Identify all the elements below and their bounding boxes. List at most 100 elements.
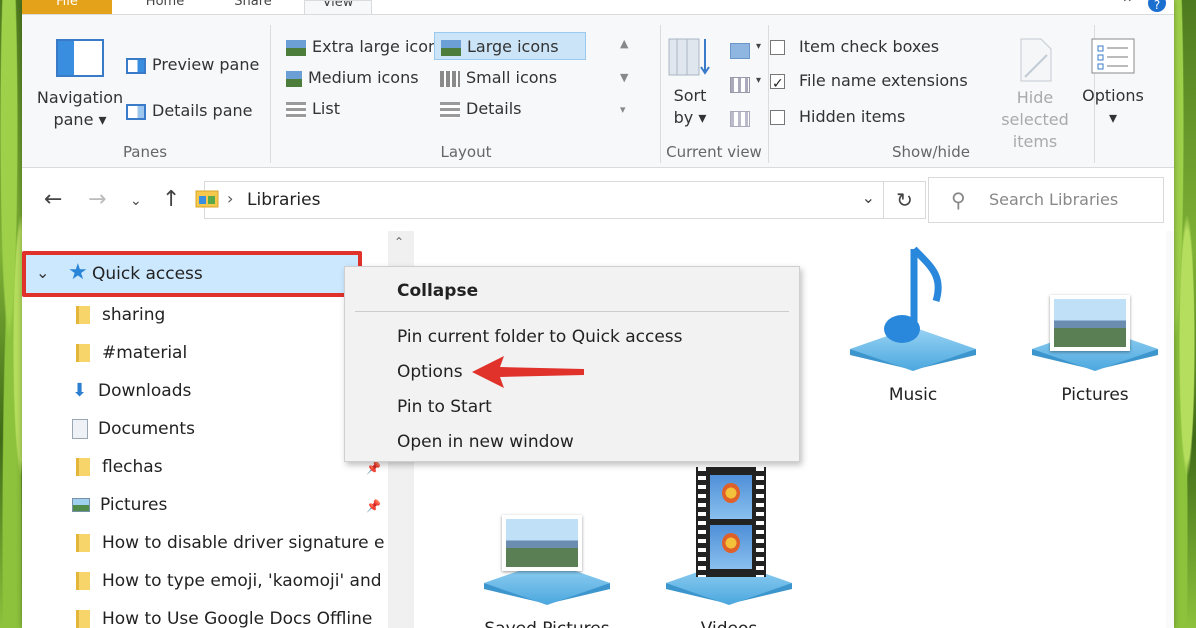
address-bar[interactable]: › Libraries ⌄ [195,181,884,219]
nav-item-material[interactable]: #material [76,335,386,371]
minimize-ribbon-chevron-icon[interactable]: ⌃ [1121,0,1134,13]
preview-pane-icon [126,57,146,74]
menu-item-pin-start[interactable]: Pin to Start [397,397,492,417]
nav-item-quick-access[interactable]: ⌄ ★ Quick access [22,251,362,297]
nav-item-google-docs-offline[interactable]: How to Use Google Docs Offline [76,601,386,628]
tab-home[interactable]: Home [130,0,200,14]
pictures-photo-icon [1050,295,1130,351]
layout-group-label: Layout [440,143,492,161]
menu-item-pin-quick-access[interactable]: Pin current folder to Quick access [397,327,683,347]
library-videos[interactable]: Videos [654,467,804,628]
layout-medium-icons[interactable]: Medium icons [280,64,434,92]
library-saved-pictures[interactable]: Saved Pictures [472,475,622,628]
details-pane-button[interactable]: Details pane [126,97,253,125]
folder-icon [76,458,90,476]
back-arrow-icon[interactable]: ← [44,187,62,212]
menu-item-collapse[interactable]: Collapse [397,281,478,301]
layout-small-icons[interactable]: Small icons [434,64,586,92]
file-name-extensions-checkbox[interactable] [770,70,785,98]
menu-item-options[interactable]: Options [397,362,463,382]
item-check-boxes-toggle[interactable]: Item check boxes [770,33,939,61]
hidden-items-toggle[interactable]: Hidden items [770,103,905,131]
nav-item-label: sharing [102,305,166,325]
folder-icon [76,534,90,552]
forward-arrow-icon[interactable]: → [88,187,106,212]
layout-large-icons[interactable]: Large icons [434,32,586,60]
show-hide-group: Item check boxes File name extensions Hi… [770,23,1092,165]
sort-by-button[interactable]: Sort by ▾ [662,35,718,129]
saved-pictures-photo-icon [502,515,582,571]
layout-scroll-down-icon[interactable]: ▼ [620,71,628,84]
nav-item-flechas[interactable]: flechas [76,449,386,485]
help-icon[interactable]: ? [1148,0,1166,12]
options-dropdown-icon[interactable]: ▾ [1080,107,1146,129]
hidden-items-checkbox[interactable] [770,110,785,125]
navigation-pane-button[interactable]: Navigation pane ▾ [32,39,128,131]
library-videos-label: Videos [654,619,804,628]
preview-pane-label: Preview pane [152,55,260,74]
ribbon-separator [660,25,661,163]
size-columns-icon[interactable] [730,111,750,127]
library-music-label: Music [888,385,938,405]
menu-separator [355,311,789,312]
nav-item-label: Downloads [98,381,192,401]
search-input[interactable]: ⚲ Search Libraries [928,177,1164,223]
tab-view[interactable]: View [304,0,372,14]
breadcrumb-separator-icon: › [227,189,234,208]
layout-item-label: List [312,99,340,118]
panes-group: Navigation pane ▾ Preview pane Details p… [22,23,268,165]
layout-item-label: Medium icons [308,68,419,87]
small-icons-icon [440,70,460,87]
pin-icon: 📌 [366,461,381,475]
up-arrow-icon[interactable]: ↑ [162,187,180,212]
extra-large-icons-icon [286,39,306,56]
refresh-icon[interactable]: ↻ [884,181,926,219]
details-pane-icon [126,103,146,120]
item-check-boxes-checkbox[interactable] [770,40,785,55]
group-by-dropdown-icon[interactable]: ▾ [756,41,761,52]
layout-details[interactable]: Details [434,95,586,123]
large-icons-icon [441,39,461,56]
tab-file[interactable]: File [22,0,112,14]
group-by-icon[interactable] [730,43,750,59]
tab-share[interactable]: Share [218,0,288,14]
layout-expand-icon[interactable]: ▾ [620,103,626,116]
sort-by-label-1: Sort [673,86,707,105]
library-music[interactable]: Music [838,241,988,405]
recent-locations-chevron-icon[interactable]: ⌄ [130,193,142,209]
nav-item-downloads[interactable]: ⬇ Downloads [72,373,382,409]
library-pictures[interactable]: Pictures [1020,241,1170,405]
hide-selected-items-button[interactable]: Hide selected items [982,37,1088,153]
file-name-extensions-toggle[interactable]: File name extensions [770,67,968,98]
layout-item-label: Details [466,99,522,118]
nav-item-documents[interactable]: Documents [72,411,382,447]
add-columns-dropdown-icon[interactable]: ▾ [756,75,761,86]
nav-item-label: flechas [102,457,163,477]
address-dropdown-chevron-icon[interactable]: ⌄ [862,188,875,207]
nav-item-type-emoji[interactable]: How to type emoji, 'kaomoji' and [76,563,386,599]
layout-extra-large-icons[interactable]: Extra large icons [280,33,446,61]
scroll-up-icon[interactable]: ⌃ [394,235,404,249]
sort-by-label-2: by ▾ [673,108,707,127]
pictures-icon [72,498,90,512]
nav-item-sharing[interactable]: sharing [76,297,386,333]
hidden-items-label: Hidden items [799,107,906,126]
nav-item-driver-signature[interactable]: How to disable driver signature er [76,525,386,561]
file-explorer-window: File Home Share View ⌃ ? Navigation pane… [22,0,1174,628]
library-saved-pictures-label: Saved Pictures [472,619,622,628]
nav-item-label: Pictures [100,495,168,515]
nav-item-pictures[interactable]: Pictures [72,487,382,523]
expand-chevron-icon[interactable]: ⌄ [36,263,49,282]
menu-item-open-new-window[interactable]: Open in new window [397,432,574,452]
layout-scroll-up-icon[interactable]: ▲ [620,37,628,50]
file-name-extensions-label: File name extensions [799,71,968,90]
nav-item-label: #material [102,343,188,363]
layout-list[interactable]: List [280,95,434,123]
nav-item-label: How to type emoji, 'kaomoji' and [102,571,382,591]
preview-pane-button[interactable]: Preview pane [126,51,259,79]
options-button[interactable]: Options ▾ [1080,37,1146,129]
content-scrollbar[interactable] [1166,231,1174,628]
add-columns-icon[interactable] [730,77,750,93]
search-placeholder: Search Libraries [989,190,1119,209]
breadcrumb-libraries[interactable]: Libraries [247,190,320,210]
